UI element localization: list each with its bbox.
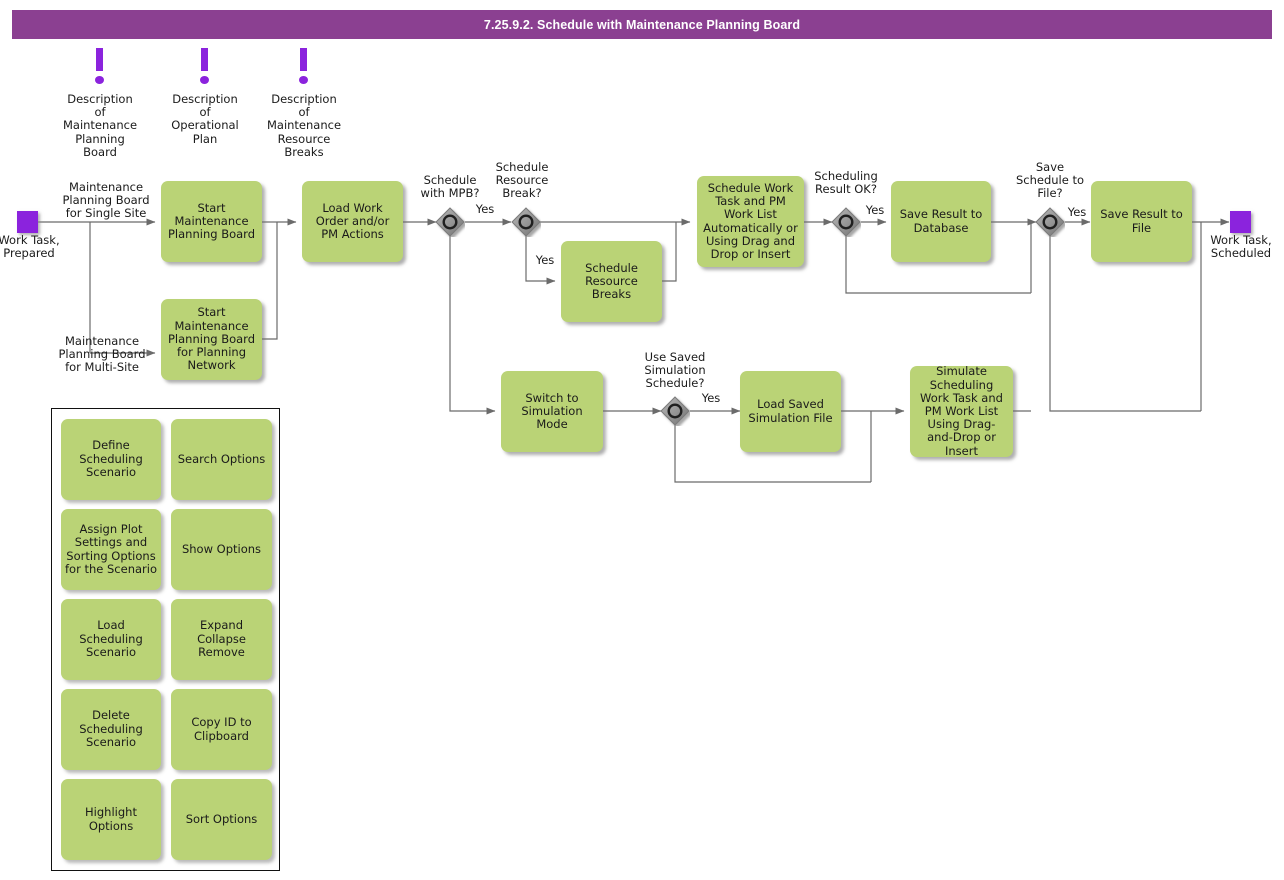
start-event-label: Work Task, Prepared xyxy=(0,233,60,261)
edge-label-multi-site: Maintenance Planning Board for Multi-Sit… xyxy=(58,334,146,375)
process-load-saved-simulation-file[interactable]: Load Saved Simulation File xyxy=(740,371,841,452)
process-switch-to-simulation-mode[interactable]: Switch to Simulation Mode xyxy=(501,371,603,452)
process-start-maintenance-planning-board[interactable]: Start Maintenance Planning Board xyxy=(161,181,262,262)
option-label: Assign Plot Settings and Sorting Options… xyxy=(65,521,157,576)
gateway-schedule-with-mpb[interactable] xyxy=(435,207,465,237)
option-show-options[interactable]: Show Options xyxy=(171,509,272,590)
option-search-options[interactable]: Search Options xyxy=(171,419,272,500)
edge-label-yes-saved-sim: Yes xyxy=(701,391,721,405)
process-schedule-resource-breaks[interactable]: Schedule Resource Breaks xyxy=(561,241,662,322)
option-label: Delete Scheduling Scenario xyxy=(79,708,143,750)
option-define-scheduling-scenario[interactable]: Define Scheduling Scenario xyxy=(61,419,161,500)
process-simulate-scheduling-work-task[interactable]: Simulate Scheduling Work Task and PM Wor… xyxy=(910,364,1013,458)
gateway-scheduling-result-ok[interactable] xyxy=(831,207,861,237)
gateway-label-schedule-resource-break: Schedule Resource Break? xyxy=(495,160,549,201)
process-label: Schedule Resource Breaks xyxy=(585,260,638,302)
process-label: Simulate Scheduling Work Task and PM Wor… xyxy=(920,364,1003,458)
exclamation-icon xyxy=(94,48,106,86)
note-label-3: Description of Maintenance Resource Brea… xyxy=(266,92,342,159)
note-label-1: Description of Maintenance Planning Boar… xyxy=(62,92,138,159)
option-label: Sort Options xyxy=(185,811,258,826)
edge-label-yes-result-ok: Yes xyxy=(865,203,885,217)
process-label: Save Result to Database xyxy=(899,207,983,235)
process-label: Load Work Order and/or PM Actions xyxy=(315,200,390,242)
edge-label-yes-save-file: Yes xyxy=(1067,205,1087,219)
option-label: Show Options xyxy=(181,541,262,556)
option-label: Load Scheduling Scenario xyxy=(79,618,143,660)
option-label: Copy ID to Clipboard xyxy=(191,715,252,743)
process-save-result-to-file[interactable]: Save Result to File xyxy=(1091,181,1192,262)
end-event xyxy=(1230,211,1251,233)
process-label: Start Maintenance Planning Board xyxy=(168,200,255,242)
option-assign-plot-settings[interactable]: Assign Plot Settings and Sorting Options… xyxy=(61,509,161,590)
exclamation-icon xyxy=(298,48,310,86)
gateway-label-scheduling-result-ok: Scheduling Result OK? xyxy=(814,169,878,197)
option-sort-options[interactable]: Sort Options xyxy=(171,779,272,860)
gateway-schedule-resource-break[interactable] xyxy=(511,207,541,237)
note-label-2: Description of Operational Plan xyxy=(171,92,239,146)
option-label: Expand Collapse Remove xyxy=(197,618,246,660)
gateway-use-saved-simulation-schedule[interactable] xyxy=(660,396,690,426)
gateway-save-schedule-to-file[interactable] xyxy=(1035,207,1065,237)
option-label: Define Scheduling Scenario xyxy=(79,438,143,480)
gateway-label-use-saved-simulation-schedule: Use Saved Simulation Schedule? xyxy=(644,350,706,391)
option-highlight-options[interactable]: Highlight Options xyxy=(61,779,161,860)
page-title: 7.25.9.2. Schedule with Maintenance Plan… xyxy=(12,10,1272,39)
process-label: Switch to Simulation Mode xyxy=(521,390,583,432)
process-label: Start Maintenance Planning Board for Pla… xyxy=(168,305,255,373)
process-start-mpb-for-planning-network[interactable]: Start Maintenance Planning Board for Pla… xyxy=(161,299,262,380)
edge-label-yes-resource-break: Yes xyxy=(535,253,555,267)
gateway-label-save-schedule-to-file: Save Schedule to File? xyxy=(1015,160,1085,201)
option-label: Highlight Options xyxy=(85,805,137,833)
diagram-canvas: 7.25.9.2. Schedule with Maintenance Plan… xyxy=(0,0,1284,880)
process-save-result-to-database[interactable]: Save Result to Database xyxy=(891,181,991,262)
option-label: Search Options xyxy=(177,451,266,466)
exclamation-icon xyxy=(199,48,211,86)
process-schedule-work-task-pm-work-list[interactable]: Schedule Work Task and PM Work List Auto… xyxy=(697,176,804,267)
process-label: Load Saved Simulation File xyxy=(748,397,833,425)
option-load-scheduling-scenario[interactable]: Load Scheduling Scenario xyxy=(61,599,161,680)
process-label: Save Result to File xyxy=(1100,207,1183,235)
options-panel: Define Scheduling Scenario Search Option… xyxy=(51,408,280,871)
edge-label-single-site: Maintenance Planning Board for Single Si… xyxy=(62,180,150,221)
start-event xyxy=(17,211,38,233)
option-copy-id-to-clipboard[interactable]: Copy ID to Clipboard xyxy=(171,689,272,770)
process-label: Schedule Work Task and PM Work List Auto… xyxy=(703,180,798,261)
edge-label-yes-mpb: Yes xyxy=(475,202,495,216)
end-event-label: Work Task, Scheduled xyxy=(1210,233,1272,261)
option-expand-collapse-remove[interactable]: Expand Collapse Remove xyxy=(171,599,272,680)
process-load-work-order-pm-actions[interactable]: Load Work Order and/or PM Actions xyxy=(302,181,403,262)
option-delete-scheduling-scenario[interactable]: Delete Scheduling Scenario xyxy=(61,689,161,770)
